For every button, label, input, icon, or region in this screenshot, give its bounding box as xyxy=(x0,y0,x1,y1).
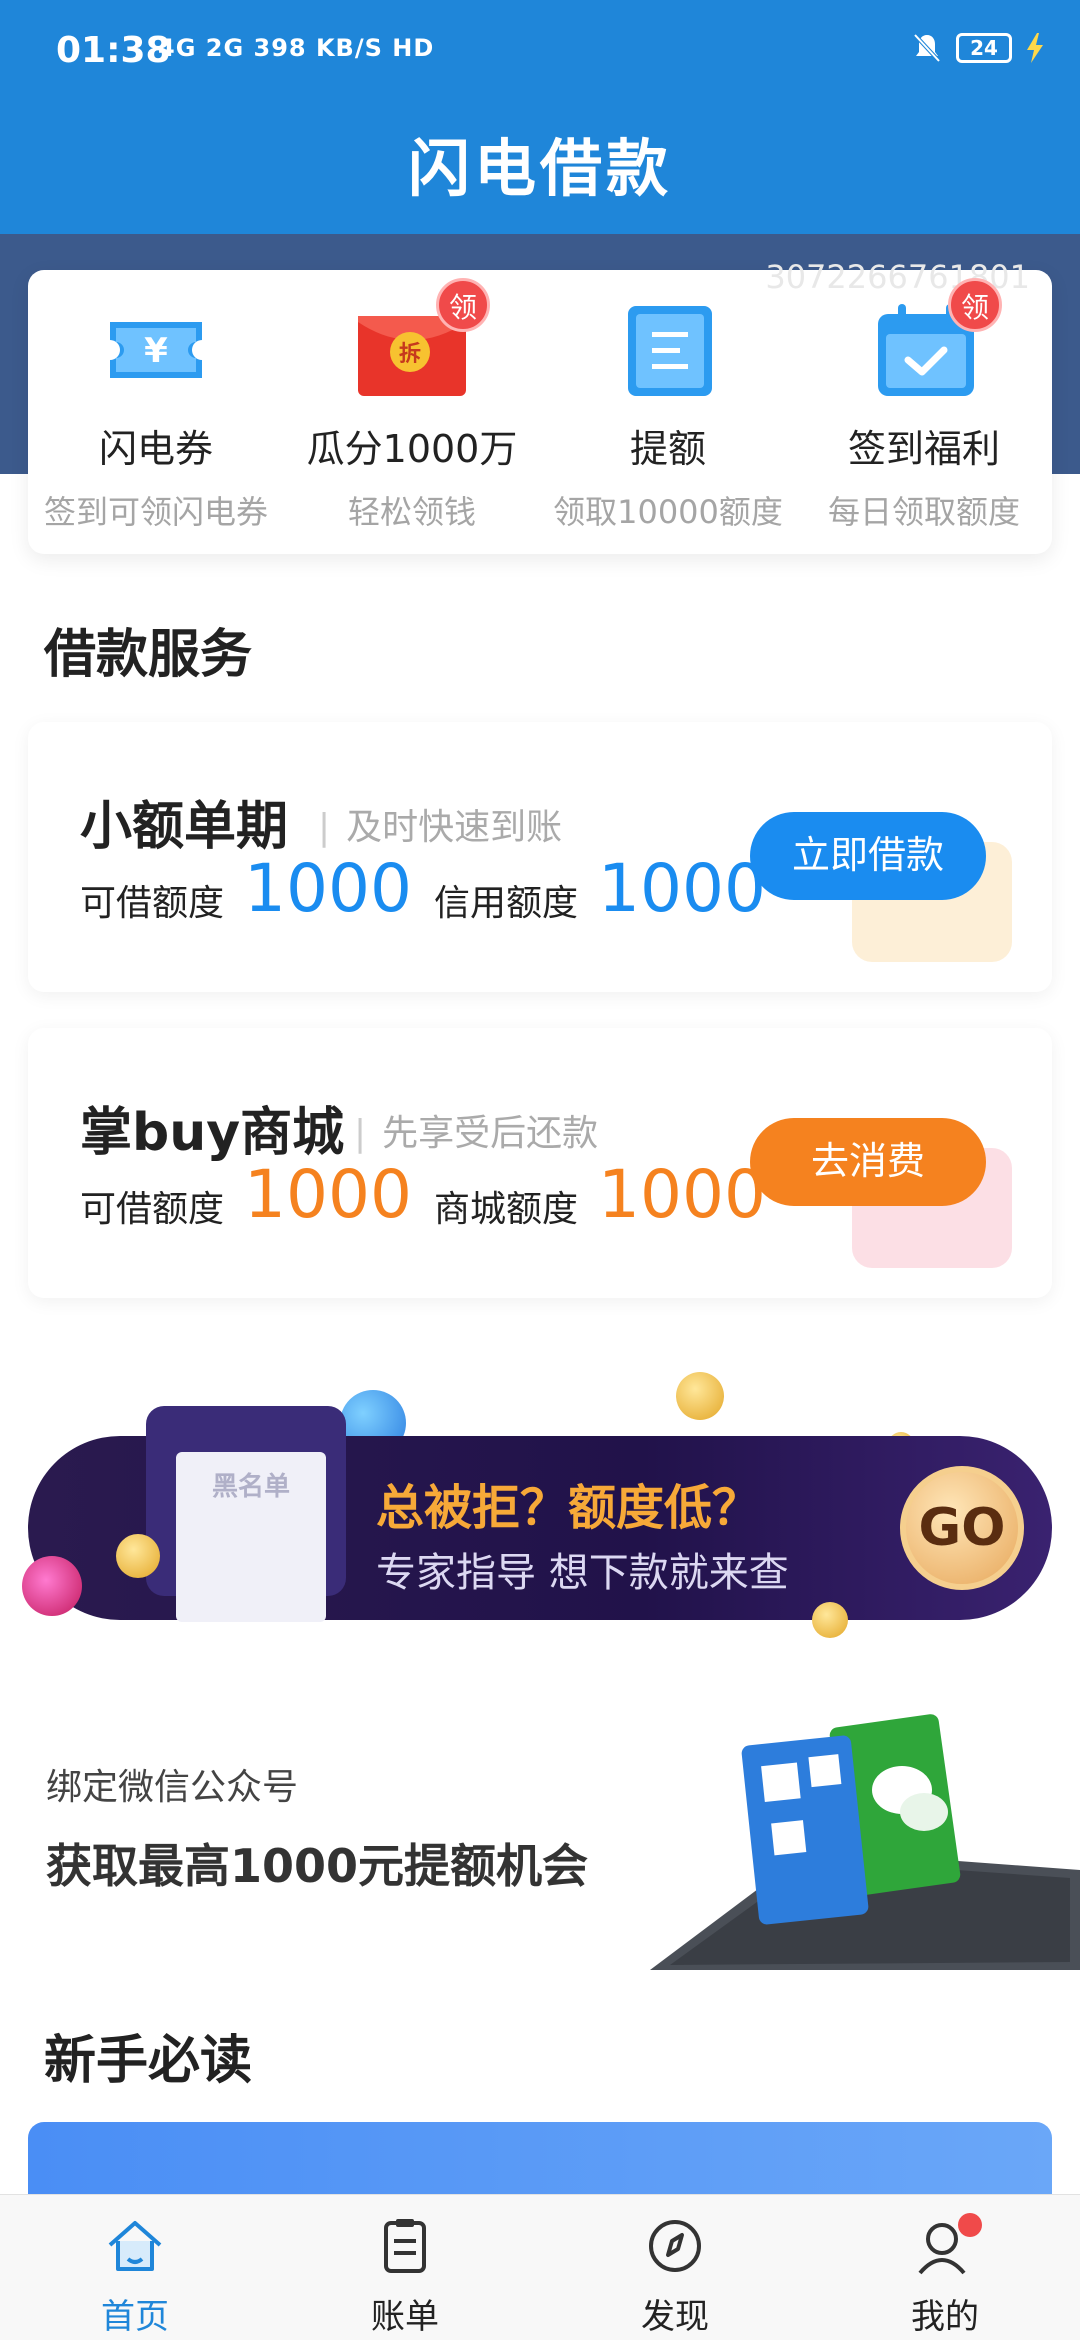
tab-me[interactable]: 我的 xyxy=(810,2195,1080,2340)
svg-text:¥: ¥ xyxy=(144,331,168,371)
coin-decoration xyxy=(676,1372,724,1420)
tab-label: 发现 xyxy=(641,2297,709,2337)
banner-headline: 总被拒？额度低？ xyxy=(376,1480,761,1536)
status-time: 01:38 xyxy=(56,30,171,71)
coin-decoration xyxy=(116,1534,160,1578)
borrow-now-button[interactable]: 立即借款 xyxy=(750,812,986,900)
calendar-check-icon: 领 xyxy=(864,278,1002,400)
amount-label: 信用额度 xyxy=(434,883,579,924)
amount-label: 可借额度 xyxy=(80,883,225,924)
document-icon xyxy=(608,300,728,400)
go-button[interactable]: GO xyxy=(900,1466,1024,1590)
section-title-newbie: 新手必读 xyxy=(44,2031,253,2091)
shop-now-button[interactable]: 去消费 xyxy=(750,1118,986,1206)
status-right: 24 xyxy=(912,32,1044,64)
feature-checkin[interactable]: 领 签到福利 每日领取额度 xyxy=(796,278,1052,533)
app-header: 01:38 4G 2G 398 KB/S HD 24 闪电借款 xyxy=(0,0,1080,234)
feature-label: 闪电券 xyxy=(98,427,213,471)
feature-share[interactable]: 拆 领 瓜分1000万 轻松领钱 xyxy=(284,278,540,533)
claim-badge: 领 xyxy=(436,278,490,332)
wechat-bind-promo[interactable]: 获取最高1000元提额机会 xyxy=(46,1830,588,1896)
notification-dot xyxy=(958,2213,982,2237)
bill-icon xyxy=(384,2219,426,2273)
tab-label: 账单 xyxy=(371,2297,439,2337)
blacklist-label: 黑名单 xyxy=(211,1472,290,1502)
bubble-decoration xyxy=(22,1556,82,1616)
feature-coupon[interactable]: ¥ 闪电券 签到可领闪电券 xyxy=(28,300,284,533)
ticket-icon: ¥ xyxy=(96,300,216,400)
feature-label: 签到福利 xyxy=(847,427,1000,471)
tab-label: 首页 xyxy=(101,2297,169,2337)
feature-card: 3072266761801 ¥ 闪电券 签到可领闪电券 拆 领 瓜分1000万 … xyxy=(28,258,1052,554)
amount-value: 1000 xyxy=(244,1156,412,1233)
battery-indicator: 24 xyxy=(956,33,1012,63)
page-title: 闪电借款 xyxy=(407,132,672,205)
service-subtitle: | 先享受后还款 xyxy=(354,1113,599,1154)
feature-sub: 轻松领钱 xyxy=(347,493,476,531)
tab-bills[interactable]: 账单 xyxy=(270,2195,540,2340)
tab-label: 我的 xyxy=(911,2297,979,2337)
mute-bell-icon xyxy=(913,33,941,63)
amount-value: 1000 xyxy=(598,850,766,927)
service-card-small-loan[interactable]: 小额单期 | 及时快速到账 可借额度 1000 信用额度 1000 立即借款 xyxy=(28,722,1052,992)
blacklist-illustration: 黑名单 xyxy=(146,1406,346,1622)
tab-home[interactable]: 首页 xyxy=(0,2195,270,2340)
amount-label: 可借额度 xyxy=(80,1189,225,1230)
svg-text:拆: 拆 xyxy=(399,342,421,367)
feature-sub: 领取10000额度 xyxy=(553,493,783,531)
banner-subline: 专家指导 想下款就来查 xyxy=(376,1550,789,1596)
amount-value: 1000 xyxy=(244,850,412,927)
home-icon xyxy=(108,2221,162,2271)
feature-sub: 签到可领闪电券 xyxy=(43,493,268,531)
amount-value: 1000 xyxy=(598,1156,766,1233)
claim-badge: 领 xyxy=(948,278,1002,332)
expert-guidance-banner[interactable]: 黑名单 总被拒？额度低？ 专家指导 想下款就来查 GO xyxy=(22,1406,1052,1622)
feature-label: 瓜分1000万 xyxy=(306,427,518,471)
section-title-loan-services: 借款服务 xyxy=(44,625,253,685)
tab-discover[interactable]: 发现 xyxy=(540,2195,810,2340)
red-envelope-icon: 拆 领 xyxy=(352,278,490,400)
charging-icon xyxy=(1027,33,1043,63)
phone-qr-illustration xyxy=(640,1700,1080,1980)
bottom-tab-bar: 首页 账单 发现 我的 xyxy=(0,2194,1080,2340)
coin-decoration xyxy=(812,1602,848,1638)
service-subtitle: | 及时快速到账 xyxy=(318,807,563,848)
service-card-mall[interactable]: 掌buy商城 | 先享受后还款 可借额度 1000 商城额度 1000 去消费 xyxy=(28,1028,1052,1298)
status-bar: 01:38 4G 2G 398 KB/S HD 24 xyxy=(0,0,1080,100)
wechat-bind-label[interactable]: 绑定微信公众号 xyxy=(46,1758,298,1810)
service-title: 小额单期 xyxy=(80,797,289,857)
feature-label: 提额 xyxy=(629,427,706,471)
compass-icon xyxy=(649,2220,701,2272)
network-indicator: 4G 2G 398 KB/S HD xyxy=(158,34,435,62)
feature-sub: 每日领取额度 xyxy=(827,493,1020,531)
amount-label: 商城额度 xyxy=(434,1189,579,1230)
service-title: 掌buy商城 xyxy=(80,1103,345,1163)
feature-raise-limit[interactable]: 提额 领取10000额度 xyxy=(540,300,796,533)
